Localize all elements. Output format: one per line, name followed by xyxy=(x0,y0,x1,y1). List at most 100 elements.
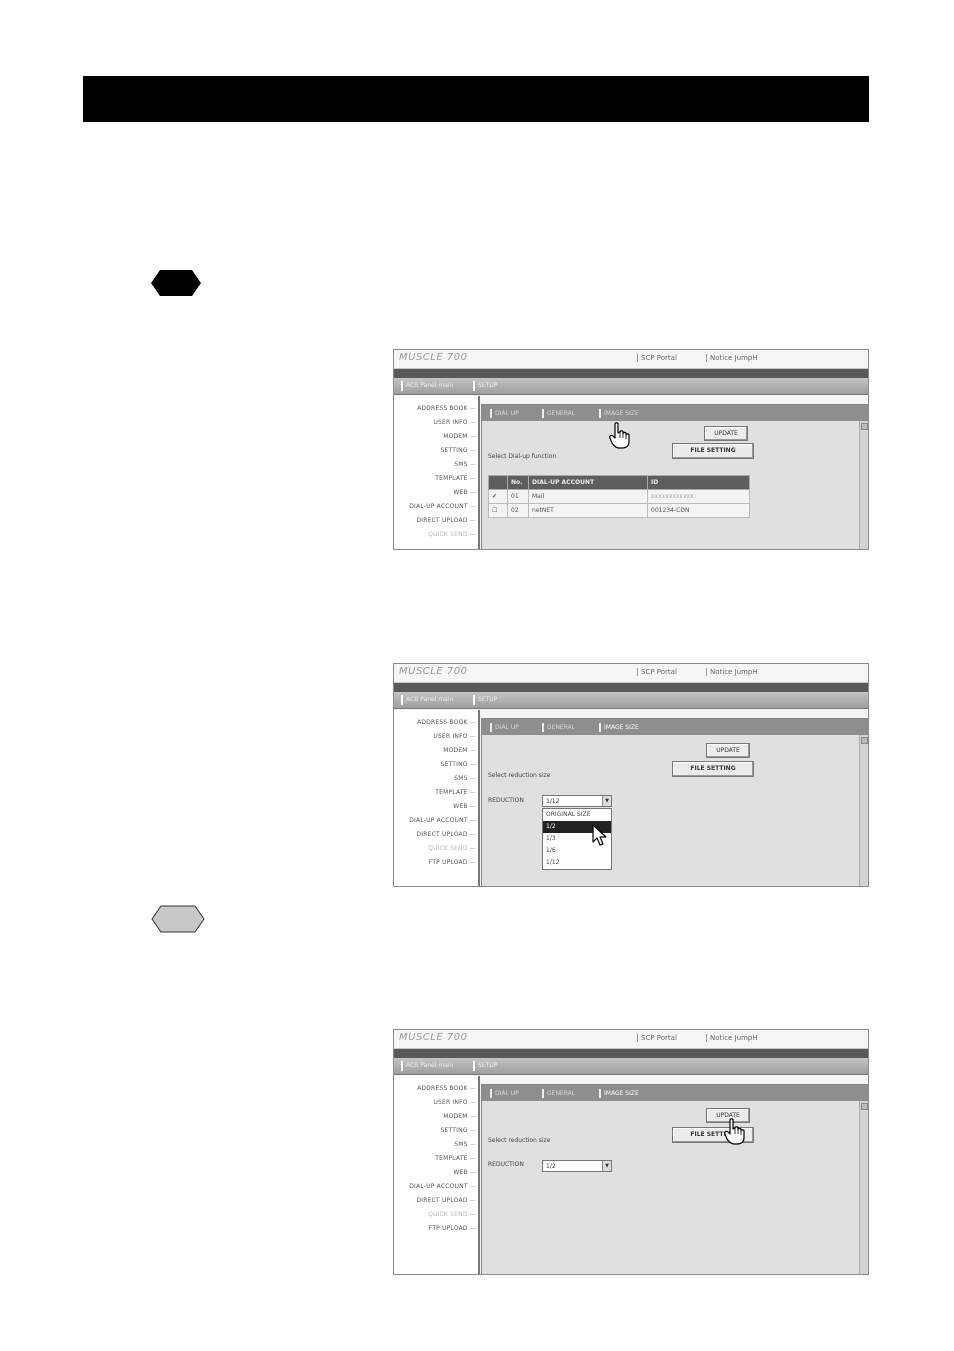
sidebar-item-web[interactable]: WEB xyxy=(453,803,476,810)
sidebar-item-web[interactable]: WEB xyxy=(453,1169,476,1176)
sidebar-item-setting[interactable]: SETTING xyxy=(441,447,476,454)
nav-tab-main[interactable]: ACB Panel main xyxy=(401,695,453,705)
top-link-2[interactable]: Notice JumpH xyxy=(706,354,758,362)
content-panel: DIAL UP GENERAL IMAGE SIZE UPDATE FILE S… xyxy=(481,404,868,549)
chevron-down-icon[interactable]: ▼ xyxy=(602,1161,611,1171)
sidebar-item-sms[interactable]: SMS xyxy=(454,1141,476,1148)
sub-tab-image-size[interactable]: IMAGE SIZE xyxy=(599,1089,639,1098)
reduction-select[interactable]: 1/12 ▼ xyxy=(542,795,612,807)
sidebar: ADDRESS BOOK USER INFO MODEM SETTING SMS… xyxy=(394,710,480,886)
arrow-cursor-icon xyxy=(592,824,608,848)
nav-tab-setup[interactable]: SETUP xyxy=(473,1061,497,1071)
top-link-2[interactable]: Notice JumpH xyxy=(706,668,758,676)
table-header: No. xyxy=(507,475,529,490)
panel-instruction: Select reduction size xyxy=(488,1137,551,1144)
top-link-1[interactable]: SCP Portal xyxy=(637,1034,677,1042)
sidebar-item-user-info[interactable]: USER INFO xyxy=(433,733,476,740)
sidebar-item-setting[interactable]: SETTING xyxy=(441,761,476,768)
sidebar-item-template[interactable]: TEMPLATE xyxy=(435,789,476,796)
step-badge-dark xyxy=(150,269,202,297)
sub-tab-dialup[interactable]: DIAL UP xyxy=(490,409,519,418)
row-checkbox[interactable]: ✔ xyxy=(488,489,508,504)
sub-tabs: DIAL UP GENERAL IMAGE SIZE xyxy=(482,1085,868,1101)
chevron-down-icon[interactable]: ▼ xyxy=(602,796,611,806)
app-logo: MUSCLE 700 xyxy=(399,666,468,677)
sub-tab-general[interactable]: GENERAL xyxy=(542,1089,575,1098)
row-checkbox[interactable]: ☐ xyxy=(488,503,508,518)
dropdown-option[interactable]: ORIGINAL SIZE xyxy=(543,809,611,821)
select-value: 1/2 xyxy=(546,1163,556,1170)
scrollbar[interactable] xyxy=(859,421,868,549)
sub-tabs: DIAL UP GENERAL IMAGE SIZE xyxy=(482,719,868,735)
content-panel: DIAL UP GENERAL IMAGE SIZE UPDATE FILE S… xyxy=(481,718,868,886)
reduction-label: REDUCTION xyxy=(488,1161,524,1168)
nav-tab-main[interactable]: ACB Panel main xyxy=(401,1061,453,1071)
sidebar-item-quick-send[interactable]: QUICK SEND xyxy=(428,845,476,852)
sidebar-item-modem[interactable]: MODEM xyxy=(443,1113,476,1120)
sidebar-item-modem[interactable]: MODEM xyxy=(443,433,476,440)
sidebar-item-dialup-account[interactable]: DIAL-UP ACCOUNT xyxy=(409,817,476,824)
top-link-1[interactable]: SCP Portal xyxy=(637,354,677,362)
section-header-bar xyxy=(83,76,869,122)
step-badge-light xyxy=(151,905,205,933)
table-cell: 01 xyxy=(507,489,529,504)
top-link-1[interactable]: SCP Portal xyxy=(637,668,677,676)
sidebar-item-user-info[interactable]: USER INFO xyxy=(433,1099,476,1106)
sub-tab-dialup[interactable]: DIAL UP xyxy=(490,1089,519,1098)
file-setting-button[interactable]: FILE SETTING xyxy=(672,761,754,777)
table-row[interactable]: ☐ 02 netNET 001234-CDN xyxy=(488,503,750,518)
sidebar: ADDRESS BOOK USER INFO MODEM SETTING SMS… xyxy=(394,1076,480,1274)
app-topbar: MUSCLE 700 SCP Portal Notice JumpH xyxy=(394,350,868,369)
sub-tab-general[interactable]: GENERAL xyxy=(542,409,575,418)
sidebar-item-address-book[interactable]: ADDRESS BOOK xyxy=(417,1085,476,1092)
content-panel: DIAL UP GENERAL IMAGE SIZE UPDATE FILE S… xyxy=(481,1084,868,1274)
reduction-select[interactable]: 1/2 ▼ xyxy=(542,1160,612,1172)
sidebar-item-template[interactable]: TEMPLATE xyxy=(435,1155,476,1162)
sub-tab-dialup[interactable]: DIAL UP xyxy=(490,723,519,732)
sidebar-item-quick-send[interactable]: QUICK SEND xyxy=(428,531,476,538)
table-header: DIAL-UP ACCOUNT xyxy=(528,475,648,490)
dialup-account-table: No. DIAL-UP ACCOUNT ID ✔ 01 Mail xxxxxxx… xyxy=(488,475,750,518)
sidebar-item-web[interactable]: WEB xyxy=(453,489,476,496)
table-row[interactable]: ✔ 01 Mail xxxxxxxxxxxx xyxy=(488,489,750,504)
sidebar-item-ftp-upload[interactable]: FTP UPLOAD xyxy=(429,859,476,866)
panel-instruction: Select reduction size xyxy=(488,772,551,779)
file-setting-button[interactable]: FILE SETTING xyxy=(672,443,754,459)
sub-tab-image-size[interactable]: IMAGE SIZE xyxy=(599,723,639,732)
app-logo: MUSCLE 700 xyxy=(399,1032,468,1043)
sidebar-item-sms[interactable]: SMS xyxy=(454,775,476,782)
sidebar-item-dialup-account[interactable]: DIAL-UP ACCOUNT xyxy=(409,503,476,510)
table-header xyxy=(488,475,508,490)
dropdown-option[interactable]: 1/12 xyxy=(543,857,611,869)
table-cell: netNET xyxy=(528,503,648,518)
sidebar-item-direct-upload[interactable]: DIRECT UPLOAD xyxy=(416,1197,476,1204)
sidebar-item-modem[interactable]: MODEM xyxy=(443,747,476,754)
sidebar-item-user-info[interactable]: USER INFO xyxy=(433,419,476,426)
sidebar-item-address-book[interactable]: ADDRESS BOOK xyxy=(417,719,476,726)
sub-tab-general[interactable]: GENERAL xyxy=(542,723,575,732)
scrollbar[interactable] xyxy=(859,735,868,886)
scrollbar[interactable] xyxy=(859,1101,868,1274)
sidebar-item-template[interactable]: TEMPLATE xyxy=(435,475,476,482)
sub-tabs: DIAL UP GENERAL IMAGE SIZE xyxy=(482,405,868,421)
sidebar-item-sms[interactable]: SMS xyxy=(454,461,476,468)
nav-tab-setup[interactable]: SETUP xyxy=(473,695,497,705)
update-button[interactable]: UPDATE xyxy=(704,426,748,441)
sidebar-item-dialup-account[interactable]: DIAL-UP ACCOUNT xyxy=(409,1183,476,1190)
nav-tab-main[interactable]: ACB Panel main xyxy=(401,381,453,391)
sidebar-item-direct-upload[interactable]: DIRECT UPLOAD xyxy=(416,517,476,524)
dark-band xyxy=(394,683,868,692)
top-link-2[interactable]: Notice JumpH xyxy=(706,1034,758,1042)
sidebar-item-setting[interactable]: SETTING xyxy=(441,1127,476,1134)
update-button[interactable]: UPDATE xyxy=(706,743,750,758)
table-header: ID xyxy=(647,475,750,490)
sidebar-item-address-book[interactable]: ADDRESS BOOK xyxy=(417,405,476,412)
sidebar-item-ftp-upload[interactable]: FTP UPLOAD xyxy=(429,1225,476,1232)
panel-instruction: Select Dial-up function xyxy=(488,453,557,460)
app-topbar: MUSCLE 700 SCP Portal Notice JumpH xyxy=(394,664,868,683)
sub-tab-image-size[interactable]: IMAGE SIZE xyxy=(599,409,639,418)
table-cell: Mail xyxy=(528,489,648,504)
sidebar-item-direct-upload[interactable]: DIRECT UPLOAD xyxy=(416,831,476,838)
nav-tab-setup[interactable]: SETUP xyxy=(473,381,497,391)
sidebar-item-quick-send[interactable]: QUICK SEND xyxy=(428,1211,476,1218)
